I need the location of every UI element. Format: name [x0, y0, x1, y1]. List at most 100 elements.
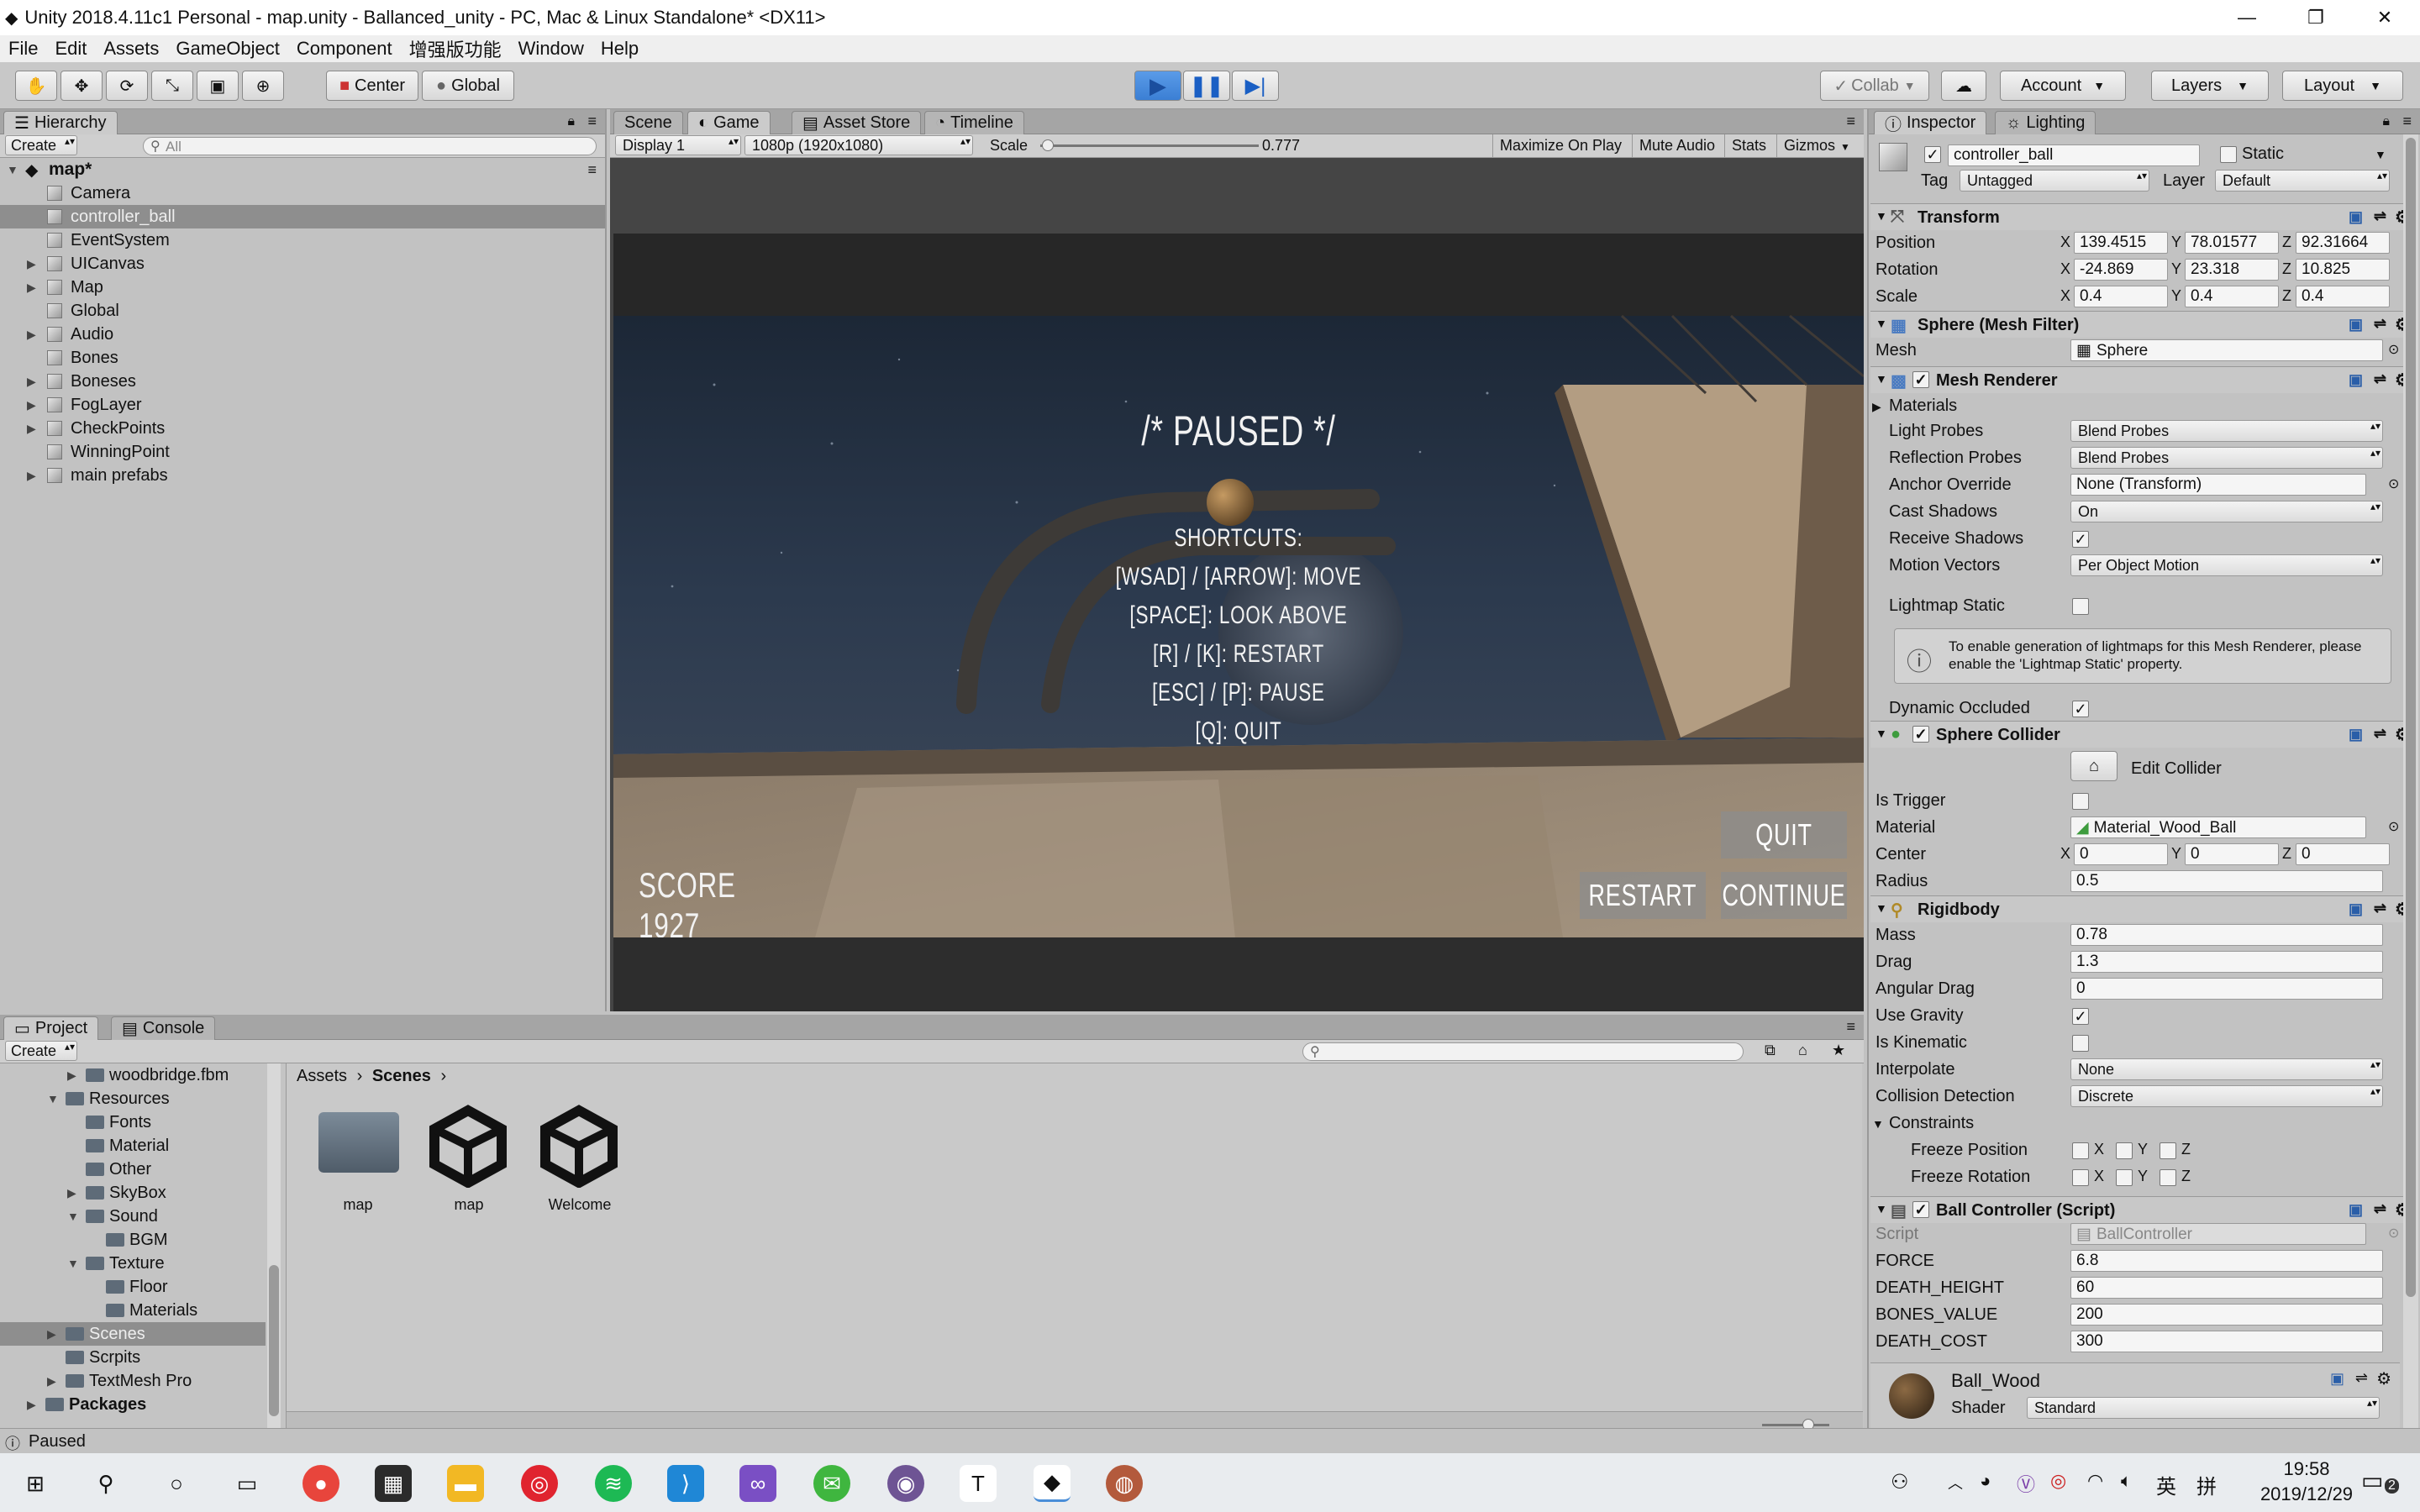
github-icon[interactable]: ◉ [887, 1465, 924, 1502]
scale-slider-thumb[interactable] [1042, 139, 1054, 151]
windows-start-icon[interactable]: ⊞ [17, 1465, 54, 1502]
menu-window[interactable]: Window [510, 38, 592, 60]
people-icon[interactable]: ⚇ [1891, 1470, 1909, 1494]
hierarchy-item[interactable]: ▶ UICanvas [0, 252, 605, 276]
tab-console[interactable]: ▤ Console [111, 1016, 216, 1040]
resolution-dropdown[interactable]: 1080p (1920x1080) [744, 135, 973, 155]
tab-timeline[interactable]: ◔ Timeline [924, 111, 1024, 134]
mesh-renderer-header[interactable]: ▼▩✓Mesh Renderer▣⇌⚙ [1870, 366, 2418, 393]
rotation-z[interactable]: 10.825 [2296, 259, 2390, 281]
freeze-rotation-x-checkbox[interactable] [2072, 1169, 2089, 1186]
inspector-scrollbar-thumb[interactable] [2406, 138, 2416, 1297]
expand-down-icon[interactable]: ▼ [1872, 1117, 1884, 1131]
visual-studio-icon[interactable]: ∞ [739, 1465, 776, 1502]
expand-right-icon[interactable]: ▶ [27, 375, 36, 389]
expand-right-icon[interactable]: ▶ [27, 1398, 36, 1412]
project-tree-item[interactable]: ▶ SkyBox [0, 1181, 266, 1205]
expand-right-icon[interactable]: ▶ [27, 422, 36, 436]
gear-icon[interactable]: ⚙ [2376, 1368, 2391, 1389]
file-explorer-icon[interactable]: ▬ [447, 1465, 484, 1502]
close-button[interactable]: ✕ [2351, 0, 2418, 35]
maximize-button[interactable]: ❐ [2282, 0, 2349, 35]
notification-icon[interactable]: ▭ [2361, 1467, 2383, 1494]
scene-menu-icon[interactable]: ≡ [587, 161, 597, 179]
layers-dropdown[interactable]: Layers ▼ [2151, 71, 2269, 101]
help-book-icon[interactable]: ▣ [2330, 1370, 2344, 1388]
freeze-position-y-checkbox[interactable] [2116, 1142, 2133, 1159]
motion-vectors-dropdown[interactable]: Per Object Motion [2070, 554, 2383, 576]
project-tree-item[interactable]: Floor [0, 1275, 266, 1299]
dynamic-occluded-checkbox[interactable]: ✓ [2072, 701, 2089, 717]
hierarchy-item[interactable]: controller_ball [0, 205, 605, 228]
tray-v-icon[interactable]: Ⓥ [2017, 1470, 2035, 1497]
hierarchy-item[interactable]: Bones [0, 346, 605, 370]
expand-right-icon[interactable]: ▶ [27, 469, 36, 483]
rect-tool-icon[interactable]: ▣ [197, 71, 239, 101]
project-tree-item[interactable]: ▶ Packages [0, 1393, 266, 1416]
expand-right-icon[interactable]: ▶ [47, 1327, 56, 1341]
tab-inspector[interactable]: ⓘ Inspector [1874, 111, 1987, 134]
expand-right-icon[interactable]: ▶ [27, 328, 36, 342]
anchor-override-field[interactable]: None (Transform) [2070, 474, 2366, 496]
hand-tool-icon[interactable]: ✋ [15, 71, 57, 101]
hierarchy-item[interactable]: ▶ Audio [0, 323, 605, 346]
tree-scrollbar[interactable] [267, 1063, 281, 1436]
typora-icon[interactable]: T [960, 1465, 997, 1502]
project-search-input[interactable]: ⚲ [1302, 1042, 1744, 1061]
hierarchy-item[interactable]: WinningPoint [0, 440, 605, 464]
rotation-x[interactable]: -24.869 [2074, 259, 2168, 281]
position-x[interactable]: 139.4515 [2074, 232, 2168, 254]
asset-scene[interactable]: Welcome [534, 1104, 626, 1221]
scale-tool-icon[interactable]: ⤡ [151, 71, 193, 101]
lightmap-static-checkbox[interactable] [2072, 598, 2089, 615]
interpolate-dropdown[interactable]: None [2070, 1058, 2383, 1080]
inspector-scrollbar[interactable] [2403, 134, 2418, 1428]
rotation-y[interactable]: 23.318 [2185, 259, 2279, 281]
tab-asset-store[interactable]: ▤ Asset Store [792, 111, 922, 134]
filter-by-label-icon[interactable]: ⌂ [1798, 1042, 1807, 1059]
chrome-icon[interactable]: ● [302, 1465, 339, 1502]
bones-value-field[interactable]: 200 [2070, 1304, 2383, 1326]
freeze-position-z-checkbox[interactable] [2160, 1142, 2176, 1159]
panel-menu-icon[interactable]: ≡ [2402, 113, 2412, 130]
mute-audio-toggle[interactable]: Mute Audio [1632, 134, 1722, 157]
quit-button[interactable]: QUIT [1721, 811, 1847, 858]
tab-lighting[interactable]: ☼ Lighting [1995, 111, 2096, 134]
expand-down-icon[interactable]: ▼ [67, 1257, 79, 1270]
create-dropdown[interactable]: Create [5, 135, 77, 155]
asset-scene[interactable]: map [423, 1104, 515, 1221]
expand-right-icon[interactable]: ▶ [27, 257, 36, 271]
expand-right-icon[interactable]: ▶ [27, 398, 36, 412]
center-y[interactable]: 0 [2185, 843, 2279, 865]
preset-icon[interactable]: ⇌ [2374, 900, 2386, 917]
tray-netease-icon[interactable]: ◎ [2050, 1470, 2066, 1492]
expand-right-icon[interactable]: ▶ [47, 1374, 56, 1389]
transform-tool-icon[interactable]: ⊕ [242, 71, 284, 101]
scale-slider-track[interactable] [1040, 144, 1259, 147]
layer-dropdown[interactable]: Default [2215, 170, 2390, 192]
lock-icon[interactable]: 🔒︎ [2382, 114, 2390, 129]
filter-by-type-icon[interactable]: ⧉ [1765, 1042, 1776, 1059]
scale-y[interactable]: 0.4 [2185, 286, 2279, 307]
scene-root[interactable]: ▼ ◆ map* ≡ [0, 158, 605, 181]
center-z[interactable]: 0 [2296, 843, 2390, 865]
project-create-dropdown[interactable]: Create [5, 1041, 77, 1061]
tab-project[interactable]: ▭ Project [3, 1016, 99, 1040]
menu-enhanced[interactable]: 增强版功能 [401, 35, 510, 62]
static-checkbox[interactable] [2220, 146, 2237, 163]
radius-field[interactable]: 0.5 [2070, 870, 2383, 892]
expand-down-icon[interactable]: ▼ [47, 1092, 59, 1105]
step-button[interactable]: ▶| [1232, 71, 1279, 101]
icon-size-slider[interactable] [1762, 1424, 1829, 1426]
collider-material-field[interactable]: ◢ Material_Wood_Ball [2070, 816, 2366, 838]
hierarchy-item[interactable]: ▶ main prefabs [0, 464, 605, 487]
expand-right-icon[interactable]: ▶ [1872, 400, 1881, 414]
netease-music-icon[interactable]: ◎ [521, 1465, 558, 1502]
mesh-field[interactable]: ▦ Sphere [2070, 339, 2383, 361]
project-tree-item[interactable]: ▶ woodbridge.fbm [0, 1063, 266, 1087]
menu-gameobject[interactable]: GameObject [167, 38, 288, 60]
object-picker-icon[interactable]: ⊙ [2388, 818, 2399, 835]
reflection-probes-dropdown[interactable]: Blend Probes [2070, 447, 2383, 469]
preset-icon[interactable]: ⇌ [2374, 1200, 2386, 1218]
hierarchy-item[interactable]: ▶ FogLayer [0, 393, 605, 417]
